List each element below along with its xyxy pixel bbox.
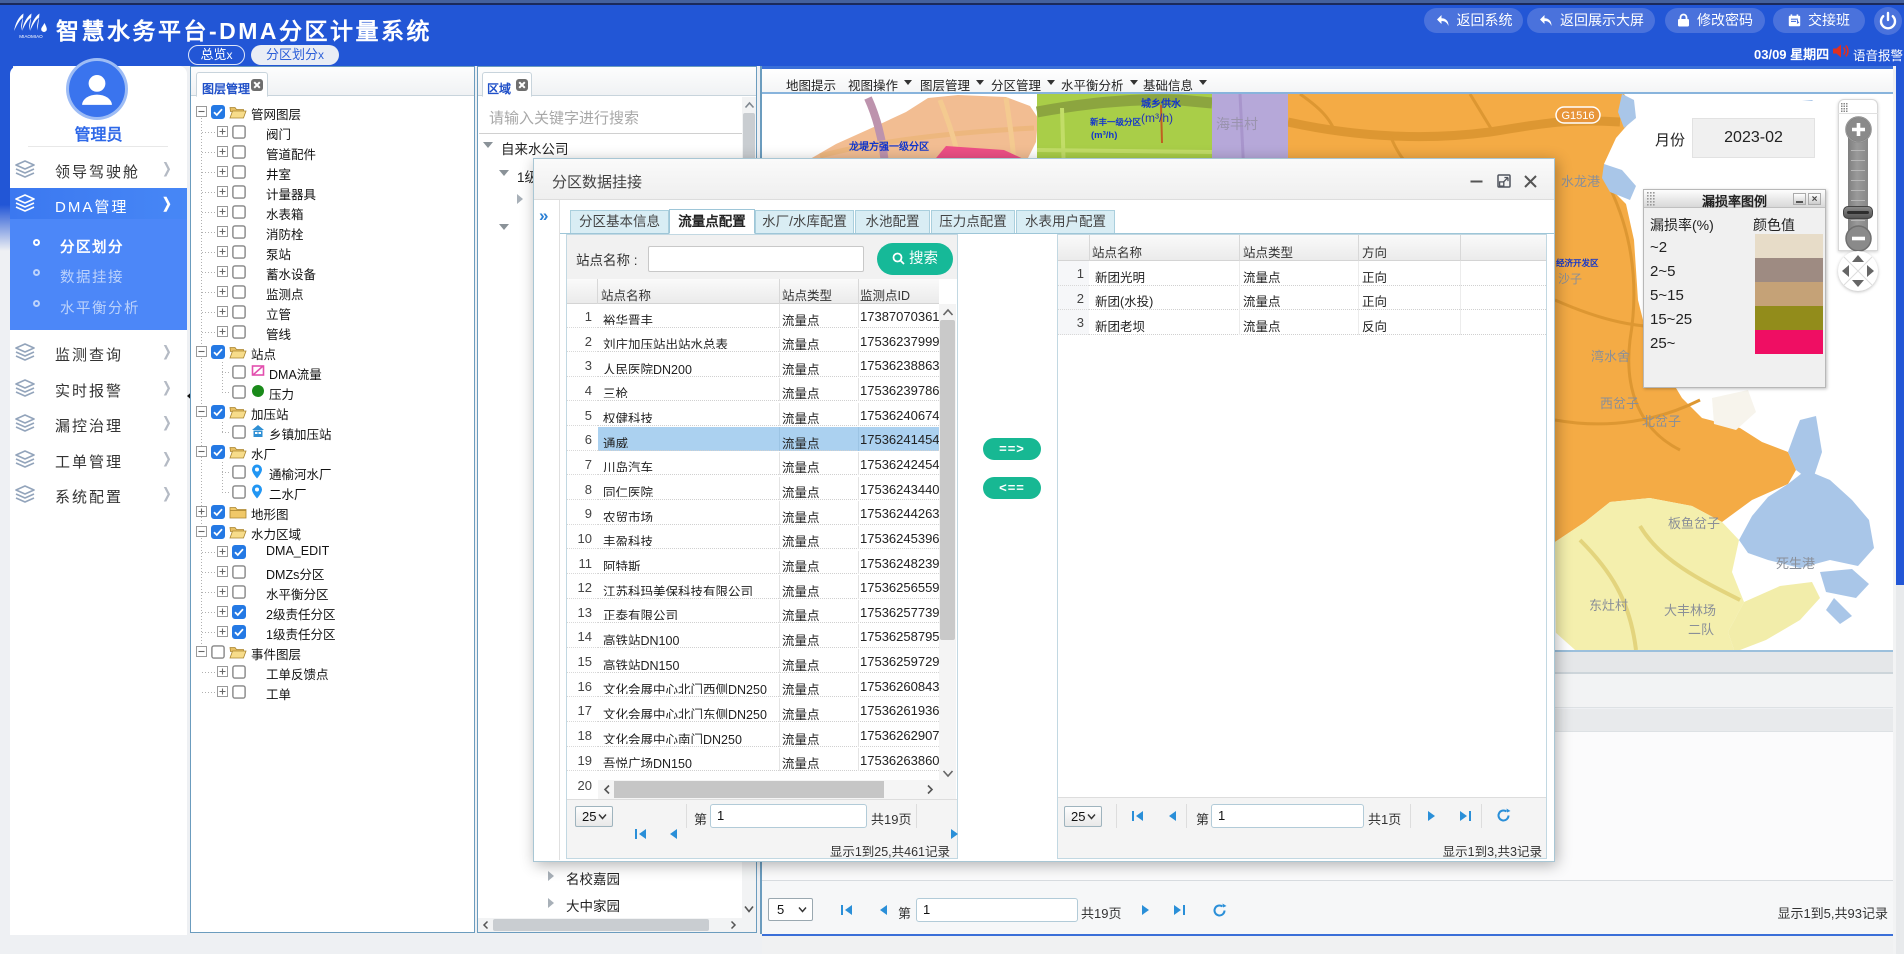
svg-text:新丰一级分区: 新丰一级分区 <box>1090 117 1142 127</box>
svg-text:死生港: 死生港 <box>1776 556 1815 571</box>
svg-text:东灶村: 东灶村 <box>1589 598 1628 613</box>
svg-text:G1516: G1516 <box>1561 110 1594 122</box>
svg-text:沙子: 沙子 <box>1558 272 1582 286</box>
svg-text:龙堤方强一级分区: 龙堤方强一级分区 <box>848 140 929 153</box>
svg-text:(m³/h): (m³/h) <box>1141 111 1173 125</box>
svg-text:(m³/h): (m³/h) <box>1091 130 1117 141</box>
svg-text:大丰林场: 大丰林场 <box>1664 603 1716 618</box>
svg-text:城乡供水: 城乡供水 <box>1141 97 1182 110</box>
svg-text:西岔子: 西岔子 <box>1600 396 1639 411</box>
svg-text:湾水舍: 湾水舍 <box>1591 349 1630 364</box>
svg-text:二队: 二队 <box>1688 622 1714 637</box>
svg-text:MIAOMIAO: MIAOMIAO <box>19 34 43 39</box>
svg-text:经济开发区: 经济开发区 <box>1556 258 1599 268</box>
svg-text:板鱼岔子: 板鱼岔子 <box>1668 516 1720 531</box>
svg-text:海丰村: 海丰村 <box>1216 116 1258 132</box>
svg-text:北岔子: 北岔子 <box>1642 414 1681 429</box>
svg-text:水龙港: 水龙港 <box>1561 174 1600 189</box>
